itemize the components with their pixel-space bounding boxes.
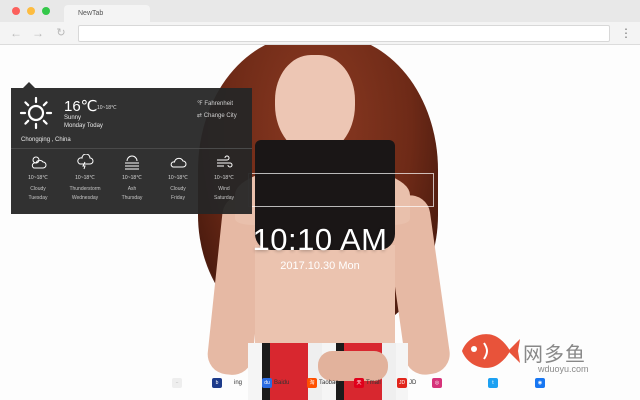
- shortcut-tmall[interactable]: 天 Tmall: [354, 377, 381, 389]
- shortcut-facebook[interactable]: ◉: [535, 377, 547, 389]
- shortcut-2[interactable]: b ing: [212, 377, 242, 389]
- shortcut-label: Tmall: [366, 380, 381, 386]
- forecast-condition: Ash: [127, 186, 137, 192]
- forecast-range: 10~18℃: [75, 175, 95, 181]
- shortcut-twitter[interactable]: t: [488, 377, 500, 389]
- browser-tab[interactable]: NewTab: [64, 5, 150, 22]
- forward-arrow-icon[interactable]: →: [30, 25, 46, 41]
- shortcut-label: Baidu: [274, 380, 290, 386]
- forecast-range: 10~18℃: [28, 175, 48, 181]
- twitter-icon: t: [488, 378, 498, 388]
- shortcut-icon: ··: [172, 378, 182, 388]
- forecast-condition: Wind: [218, 186, 230, 192]
- forecast-day: 10~18℃ Wind Saturday: [201, 154, 247, 201]
- shortcut-icon: b: [212, 378, 222, 388]
- forecast-condition: Cloudy: [30, 186, 46, 192]
- tab-title: NewTab: [78, 10, 104, 17]
- weather-location: Chongqing , China: [21, 137, 71, 143]
- forecast-condition: Cloudy: [170, 186, 186, 192]
- clock-date: 2017.10.30 Mon: [280, 260, 360, 272]
- shortcut-taobao[interactable]: 淘 Taobao: [307, 377, 339, 389]
- shortcut-bar: ·· b ing du Baidu 淘 Taobao 天 Tmall JD JD…: [160, 377, 580, 389]
- fahrenheit-toggle[interactable]: ℉ Fahrenheit: [197, 100, 233, 107]
- baidu-icon: du: [262, 378, 272, 388]
- instagram-icon: ◎: [432, 378, 442, 388]
- thunderstorm-icon: [77, 154, 94, 170]
- taobao-icon: 淘: [307, 378, 317, 388]
- weather-panel: 16℃ 10~18℃ Sunny Monday Today Chongqing …: [11, 82, 252, 214]
- forecast-range: 10~18℃: [168, 175, 188, 181]
- reload-icon[interactable]: ↻: [53, 25, 69, 41]
- forecast-range: 10~18℃: [214, 175, 234, 181]
- panel-divider: [11, 148, 252, 149]
- address-bar[interactable]: [78, 25, 610, 42]
- current-day: Monday Today: [64, 123, 103, 129]
- sun-icon: [19, 96, 53, 130]
- forecast-day: 10~18℃ Ash Thursday: [109, 154, 155, 201]
- jd-icon: JD: [397, 378, 407, 388]
- forecast-day-name: Wednesday: [71, 195, 99, 201]
- watermark-text: 网多鱼: [523, 344, 586, 366]
- browser-toolbar: ← → ↻ ⋮: [0, 22, 640, 45]
- current-condition: Sunny: [64, 115, 82, 121]
- forecast-day: 10~18℃ Cloudy Tuesday: [15, 154, 61, 201]
- forecast-day-name: Saturday: [213, 195, 234, 201]
- panel-caret: [23, 82, 35, 88]
- watermark-url: wduoyu.com: [538, 364, 589, 374]
- change-city-button[interactable]: ⇄ Change City: [197, 112, 237, 119]
- menu-icon[interactable]: ⋮: [620, 25, 632, 41]
- current-range: 10~18℃: [97, 105, 117, 111]
- shortcut-label: Taobao: [319, 380, 339, 386]
- partly-cloudy-icon: [31, 156, 47, 169]
- messenger-icon: ◉: [535, 378, 545, 388]
- forecast-day-name: Friday: [171, 195, 185, 201]
- fish-logo-icon: [462, 334, 520, 368]
- forecast-day: 10~18℃ Thunderstorm Wednesday: [62, 154, 108, 201]
- current-temperature: 16℃: [64, 98, 98, 115]
- shortcut-label: JD: [409, 380, 417, 386]
- tmall-icon: 天: [354, 378, 364, 388]
- zoom-window-button[interactable]: [42, 7, 50, 15]
- forecast-day: 10~18℃ Cloudy Friday: [155, 154, 201, 201]
- forecast-day-name: Thursday: [121, 195, 143, 201]
- shortcut-label: ing: [234, 380, 243, 386]
- cloud-icon: [170, 157, 187, 168]
- wind-icon: [217, 155, 233, 168]
- clock-time: 10:10 AM: [252, 222, 388, 257]
- shortcut-baidu[interactable]: du Baidu: [262, 377, 289, 389]
- forecast-range: 10~18℃: [122, 175, 142, 181]
- close-window-button[interactable]: [12, 7, 20, 15]
- back-arrow-icon[interactable]: ←: [8, 25, 24, 41]
- forecast-condition: Thunderstorm: [69, 186, 101, 192]
- forecast-day-name: Tuesday: [28, 195, 48, 201]
- minimize-window-button[interactable]: [27, 7, 35, 15]
- title-bar: NewTab: [0, 0, 640, 22]
- photo-frame-line: [248, 173, 434, 207]
- shortcut-1[interactable]: ··: [172, 377, 184, 389]
- shortcut-jd[interactable]: JD JD: [397, 377, 416, 389]
- shortcut-instagram[interactable]: ◎: [432, 377, 444, 389]
- ash-icon: [125, 155, 139, 170]
